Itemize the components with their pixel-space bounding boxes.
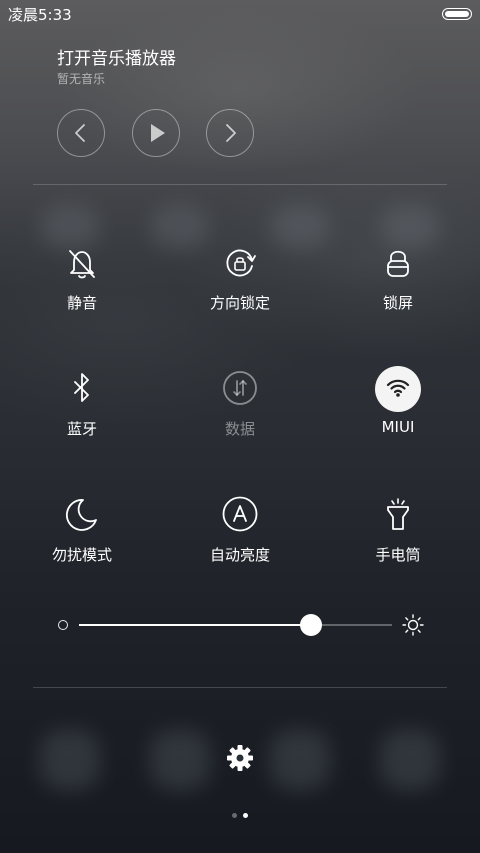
brightness-high-icon xyxy=(401,613,425,641)
toggle-label: 勿扰模式 xyxy=(51,546,112,564)
page-dot xyxy=(232,813,237,818)
brightness-slider-thumb[interactable] xyxy=(300,614,322,636)
settings-button[interactable] xyxy=(225,743,255,773)
play-icon xyxy=(151,124,165,142)
chevron-left-icon xyxy=(75,124,85,142)
next-track-button[interactable] xyxy=(206,109,254,157)
lock-icon xyxy=(375,240,421,286)
toggle-label: 静音 xyxy=(66,294,97,312)
divider xyxy=(33,687,447,688)
flashlight-icon xyxy=(375,492,421,538)
play-button[interactable] xyxy=(132,109,180,157)
status-time: 凌晨5:33 xyxy=(8,6,72,24)
status-bar: 凌晨5:33 xyxy=(0,0,480,28)
auto-brightness-icon xyxy=(217,492,263,538)
toggle-wifi[interactable]: MIUI xyxy=(338,366,458,446)
previous-track-button[interactable] xyxy=(57,109,105,157)
toggle-lock-screen[interactable]: 锁屏 xyxy=(338,240,458,320)
toggle-label: 方向锁定 xyxy=(209,294,270,312)
toggle-bluetooth[interactable]: 蓝牙 xyxy=(22,366,142,446)
toggle-label: 锁屏 xyxy=(382,294,413,312)
brightness-control xyxy=(56,612,426,638)
toggle-rotation-lock[interactable]: 方向锁定 xyxy=(180,240,300,320)
music-player-subtitle: 暂无音乐 xyxy=(57,72,106,86)
rotation-lock-icon xyxy=(217,240,263,286)
brightness-low-icon xyxy=(58,620,68,630)
bell-off-icon xyxy=(59,240,105,286)
toggle-auto-brightness[interactable]: 自动亮度 xyxy=(180,492,300,572)
toggle-label: 蓝牙 xyxy=(66,420,97,438)
gear-icon xyxy=(227,745,253,771)
page-indicator xyxy=(228,812,252,820)
toggle-mobile-data[interactable]: 数据 xyxy=(180,366,300,446)
toggle-label: MIUI xyxy=(381,418,415,436)
divider xyxy=(33,184,447,185)
battery-level xyxy=(445,11,469,17)
mobile-data-icon xyxy=(217,366,263,412)
music-player-title[interactable]: 打开音乐播放器 xyxy=(57,44,176,69)
brightness-slider-track[interactable] xyxy=(79,614,392,636)
brightness-slider-fill xyxy=(79,624,311,626)
toggle-do-not-disturb[interactable]: 勿扰模式 xyxy=(22,492,142,572)
wifi-icon xyxy=(375,366,421,412)
chevron-right-icon xyxy=(226,124,236,142)
toggle-flashlight[interactable]: 手电筒 xyxy=(338,492,458,572)
toggle-label: 自动亮度 xyxy=(209,546,270,564)
toggle-label: 数据 xyxy=(224,420,255,438)
toggle-label: 手电筒 xyxy=(375,546,421,564)
moon-icon xyxy=(59,492,105,538)
toggle-mute[interactable]: 静音 xyxy=(22,240,142,320)
page-dot xyxy=(243,813,248,818)
battery-icon xyxy=(442,8,472,20)
bluetooth-icon xyxy=(59,366,105,412)
